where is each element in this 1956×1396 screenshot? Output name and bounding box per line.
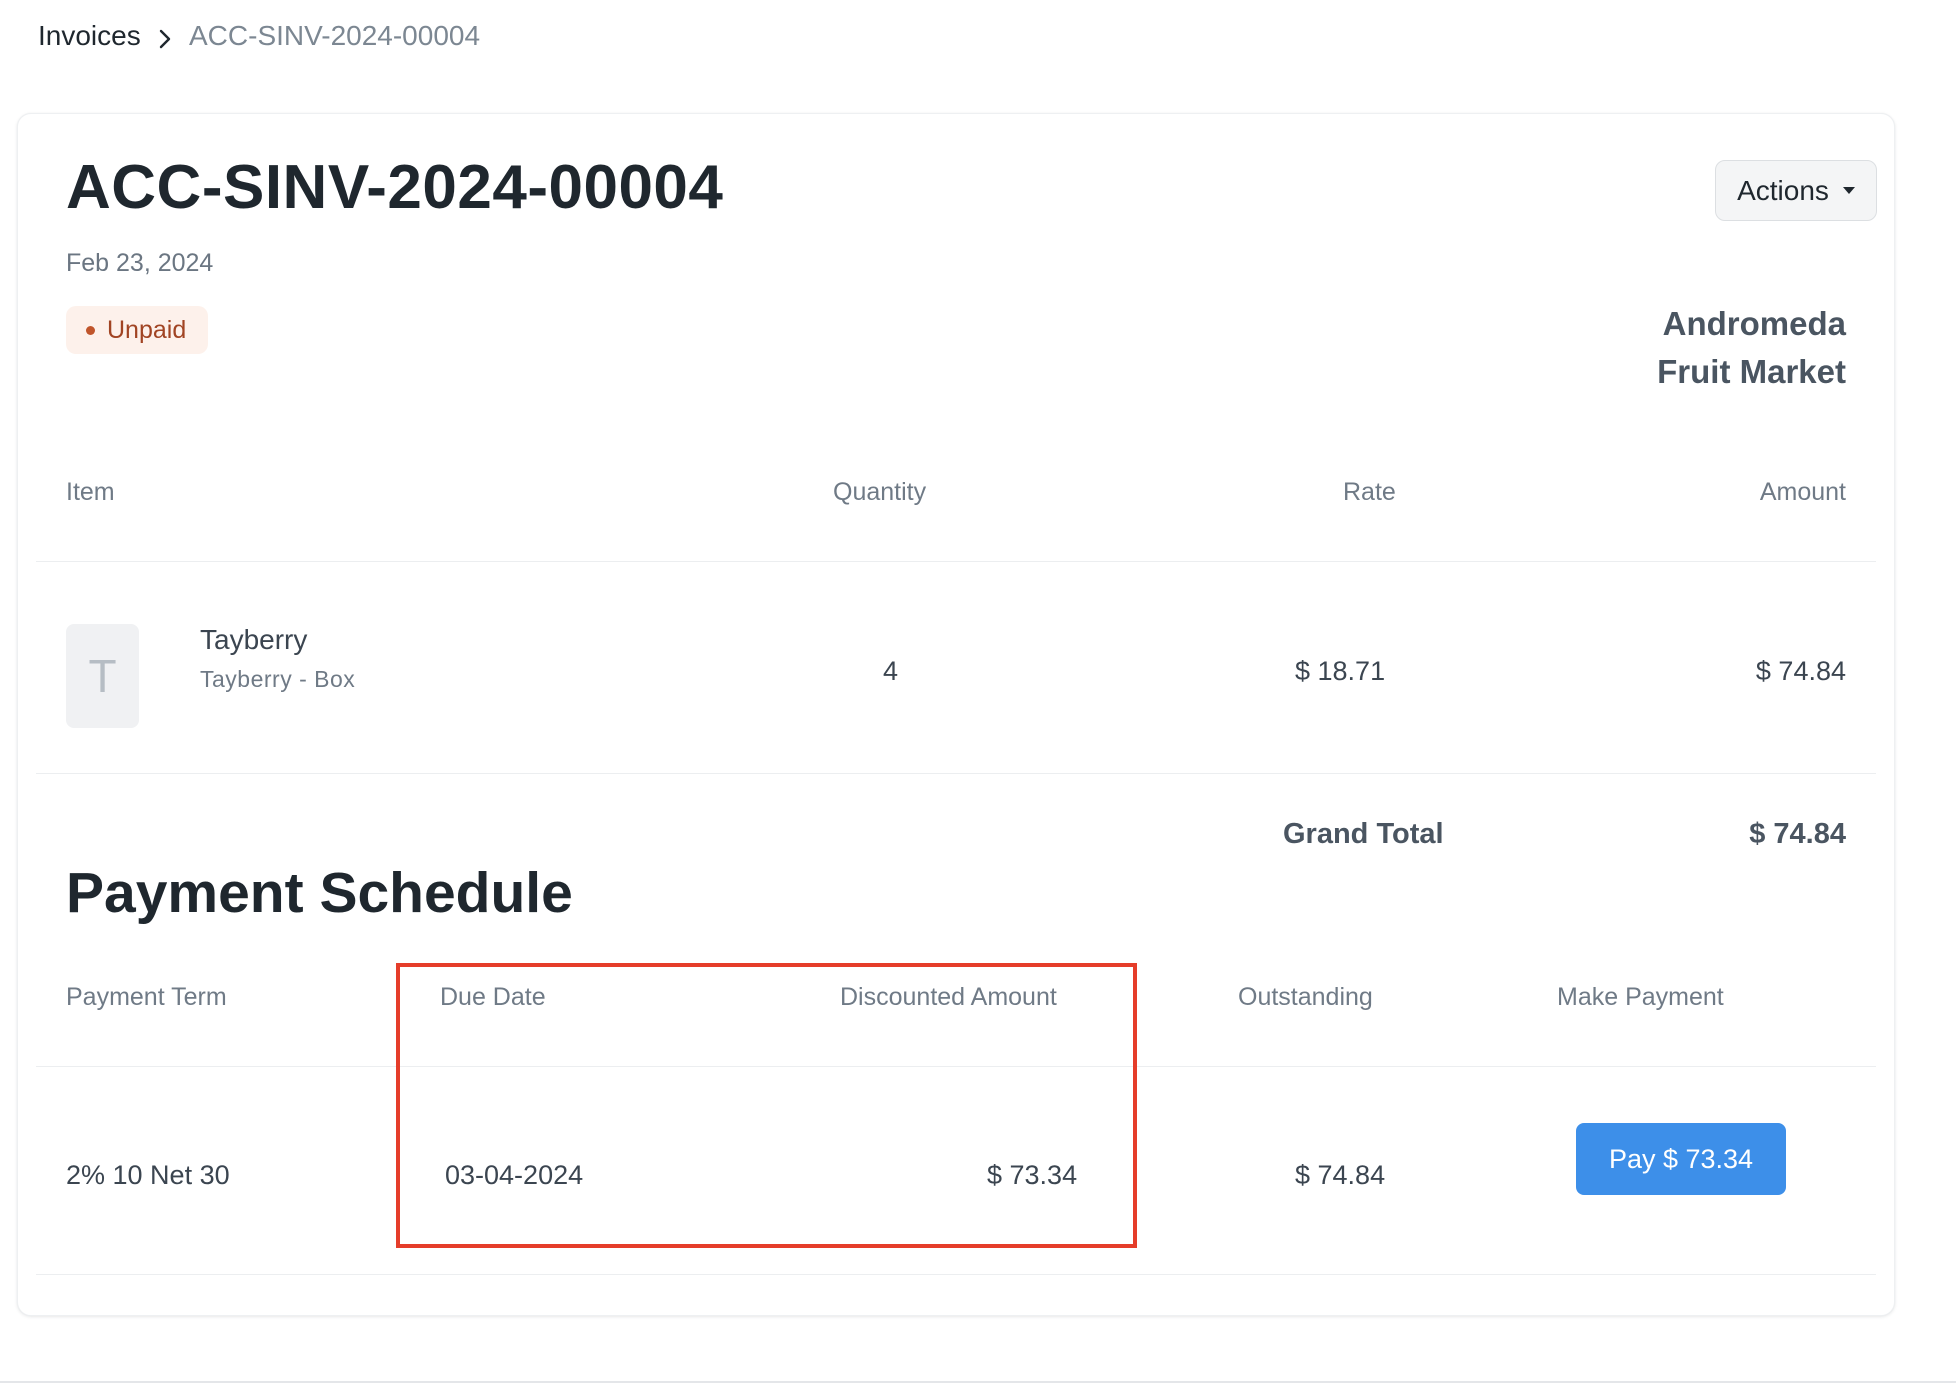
item-thumbnail: T	[66, 624, 139, 728]
company-name-line1: Andromeda	[1662, 305, 1846, 342]
table-divider	[36, 561, 1876, 562]
payment-term-value: 2% 10 Net 30	[66, 1160, 230, 1190]
status-badge: Unpaid	[66, 306, 209, 354]
table-divider	[36, 1274, 1876, 1275]
page: Invoices ACC-SINV-2024-00004 ACC-SINV-20…	[0, 0, 1956, 1396]
outstanding-value: $ 74.84	[1295, 1160, 1386, 1190]
payment-schedule-title: Payment Schedule	[66, 861, 573, 925]
company-name-line2: Fruit Market	[1657, 353, 1846, 390]
status-dot-icon	[86, 325, 95, 335]
column-header-quantity: Quantity	[833, 478, 927, 506]
column-header-outstanding: Outstanding	[1238, 983, 1373, 1011]
chevron-right-icon	[159, 29, 171, 49]
column-header-payment-term: Payment Term	[66, 983, 227, 1011]
item-name: Tayberry	[200, 624, 308, 655]
item-quantity: 4	[883, 656, 899, 686]
caret-down-icon	[1842, 187, 1855, 194]
actions-label: Actions	[1737, 174, 1829, 206]
actions-button[interactable]: Actions	[1715, 160, 1877, 221]
item-amount: $ 74.84	[1755, 656, 1846, 686]
breadcrumb-current: ACC-SINV-2024-00004	[189, 20, 481, 51]
table-divider	[36, 773, 1876, 774]
status-label: Unpaid	[107, 315, 187, 344]
invoice-title: ACC-SINV-2024-00004	[66, 153, 724, 222]
highlight-annotation-box	[396, 963, 1137, 1248]
pay-button[interactable]: Pay $ 73.34	[1576, 1123, 1786, 1195]
item-rate: $ 18.71	[1295, 656, 1386, 686]
column-header-rate: Rate	[1343, 478, 1396, 506]
company-name: Andromeda Fruit Market	[1546, 300, 1846, 396]
grand-total-label: Grand Total	[1283, 818, 1444, 850]
breadcrumb-invoices-link[interactable]: Invoices	[38, 20, 141, 52]
page-bottom-divider	[0, 1381, 1956, 1383]
item-description: Tayberry - Box	[200, 666, 356, 692]
column-header-amount: Amount	[1759, 478, 1846, 506]
column-header-make-payment: Make Payment	[1557, 983, 1724, 1011]
column-header-item: Item	[66, 478, 115, 506]
invoice-date: Feb 23, 2024	[66, 249, 214, 277]
grand-total-value: $ 74.84	[1749, 818, 1846, 850]
